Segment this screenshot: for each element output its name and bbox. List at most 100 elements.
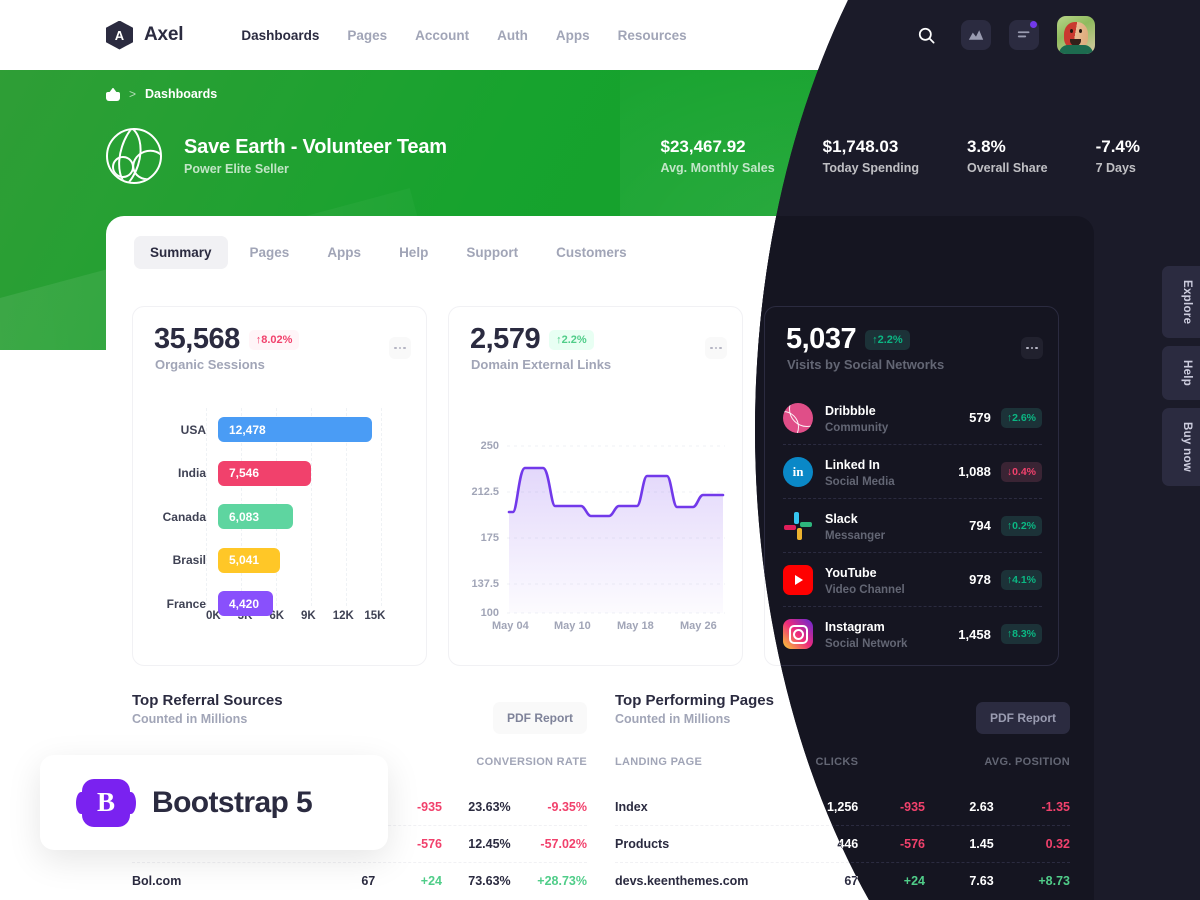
- avatar[interactable]: [1057, 16, 1095, 54]
- card-menu-icon[interactable]: [389, 337, 411, 359]
- cell-rate: 12.45%: [468, 837, 511, 851]
- area-chart: 250 212.5 175 137.5 100 May 04 May 10 Ma…: [449, 402, 744, 652]
- y-tick: 137.5: [471, 578, 499, 590]
- x-tick: May 10: [554, 620, 591, 632]
- notifications-icon[interactable]: [1009, 20, 1039, 50]
- bootstrap-promo-badge[interactable]: B Bootstrap 5: [40, 755, 388, 850]
- network-category: Social Network: [825, 638, 908, 650]
- nav-item-auth[interactable]: Auth: [497, 28, 528, 43]
- instagram-icon: [783, 619, 813, 649]
- side-button-buy-now[interactable]: Buy now: [1162, 408, 1200, 487]
- tab-customers[interactable]: Customers: [540, 236, 643, 269]
- social-visits-value: 5,037: [786, 323, 857, 355]
- nav-item-apps[interactable]: Apps: [556, 28, 590, 43]
- card-visits-by-social-networks: 5,037 ↑2.2% Visits by Social Networks Dr…: [764, 306, 1059, 666]
- network-name: Linked In: [825, 457, 880, 472]
- nav-item-dashboards[interactable]: Dashboards: [241, 28, 319, 43]
- stat-label: Overall Share: [966, 161, 1048, 175]
- cell-sessions-delta: +24: [420, 874, 442, 888]
- bar-chart-rows: USA 12,478 India 7,546 Canada 6,083 Brasil 5…: [151, 408, 411, 626]
- cell-sessions: 67: [361, 874, 376, 888]
- linkedin-icon: in: [783, 456, 813, 487]
- nav-item-account[interactable]: Account: [415, 28, 469, 43]
- breadcrumb-current[interactable]: Dashboards: [145, 87, 217, 101]
- team-title: Save Earth - Volunteer Team: [184, 136, 447, 158]
- cell-position: 2.63: [969, 799, 994, 814]
- bar: 4,420: [218, 591, 273, 617]
- x-tick: May 04: [492, 620, 529, 632]
- cell-position: 1.45: [969, 837, 994, 851]
- list-item[interactable]: YouTube Video Channel 978 ↑4.1%: [783, 553, 1042, 607]
- external-links-badge: ↑2.2%: [549, 329, 594, 350]
- stat-7-days: -7.4% 7 Days: [1096, 137, 1140, 175]
- cell-landing-page: Products: [615, 837, 670, 851]
- cell-landing-page: devs.keenthemes.com: [615, 874, 749, 888]
- cell-rate-delta: -9.35%: [547, 799, 587, 814]
- side-action-buttons: Explore Help Buy now: [1162, 266, 1200, 487]
- cell-source: Bol.com: [132, 874, 182, 888]
- cell-position-delta: 0.32: [1045, 837, 1070, 851]
- network-category: Video Channel: [825, 583, 905, 596]
- tab-pages[interactable]: Pages: [234, 236, 306, 269]
- tab-support[interactable]: Support: [450, 236, 534, 269]
- organic-sessions-label: Organic Sessions: [155, 357, 265, 372]
- y-tick: 212.5: [471, 486, 499, 498]
- column-header: AVG. POSITION: [984, 756, 1070, 768]
- x-tick: May 26: [680, 620, 717, 632]
- stat-overall-share: 3.8% Overall Share: [967, 137, 1096, 175]
- social-visits-label: Visits by Social Networks: [787, 357, 945, 372]
- tab-summary[interactable]: Summary: [134, 236, 228, 269]
- network-name: Instagram: [825, 620, 885, 634]
- external-links-label: Domain External Links: [471, 357, 612, 372]
- list-item[interactable]: Slack Messanger 794 ↑0.2%: [783, 499, 1042, 553]
- topbar-actions-dark: [909, 16, 1095, 54]
- bar-row: Brasil 5,041: [151, 539, 411, 583]
- column-header: LANDING PAGE: [615, 756, 703, 768]
- stat-today-spending: $1,748.03 Today Spending: [823, 137, 967, 175]
- bootstrap-logo-icon: B: [76, 778, 136, 827]
- network-category: Social Media: [825, 475, 895, 488]
- list-item[interactable]: Dribbble Community 579 ↑2.6%: [783, 391, 1042, 445]
- bar: 12,478: [218, 417, 372, 443]
- brand-name: Axel: [144, 24, 184, 45]
- bar: 5,041: [218, 547, 281, 573]
- earth-globe-icon: [106, 128, 162, 184]
- cell-clicks-delta: +24: [903, 874, 925, 888]
- tab-apps[interactable]: Apps: [311, 236, 377, 269]
- cell-rate-delta: +28.73%: [537, 874, 587, 888]
- nav-item-pages[interactable]: Pages: [347, 28, 387, 43]
- main-nav: Dashboards Pages Account Auth Apps Resou…: [241, 28, 686, 43]
- search-icon[interactable]: [909, 18, 943, 52]
- card-domain-external-links: 2,579 ↑2.2% Domain External Links 250 21…: [448, 306, 743, 666]
- activity-icon[interactable]: [961, 20, 991, 50]
- network-value: 1,088: [958, 464, 991, 479]
- list-item[interactable]: in Linked In Social Media 1,088 ↓0.4%: [783, 445, 1042, 499]
- pdf-report-button[interactable]: PDF Report: [976, 702, 1070, 734]
- tab-help[interactable]: Help: [383, 236, 444, 269]
- network-change-badge: ↓0.4%: [1000, 461, 1042, 482]
- y-tick: 175: [480, 532, 499, 544]
- screen: A Axel Dashboards Pages Account Auth App…: [0, 0, 1200, 900]
- list-item[interactable]: Instagram Social Network 1,458 ↑8.3%: [783, 607, 1042, 661]
- network-category: Community: [825, 421, 889, 434]
- card-menu-icon[interactable]: [1021, 337, 1043, 359]
- cell-rate: 73.63%: [468, 874, 511, 888]
- network-value: 978: [969, 572, 991, 587]
- x-tick: May 18: [617, 620, 654, 632]
- table-row[interactable]: Bol.com 67 +24 73.63% +28.73%: [132, 862, 587, 899]
- notification-badge-dot: [1030, 21, 1037, 28]
- home-icon[interactable]: [106, 88, 120, 101]
- card-menu-icon[interactable]: [705, 337, 727, 359]
- bar: 7,546: [218, 460, 312, 486]
- side-button-explore[interactable]: Explore: [1162, 266, 1200, 339]
- pdf-report-button[interactable]: PDF Report: [493, 702, 587, 734]
- side-button-help[interactable]: Help: [1162, 346, 1200, 401]
- nav-item-resources[interactable]: Resources: [618, 28, 687, 43]
- brand[interactable]: A Axel: [106, 20, 184, 50]
- bar-chart: USA 12,478 India 7,546 Canada 6,083 Brasil 5…: [133, 402, 428, 652]
- network-value: 794: [969, 518, 991, 533]
- stat-value: -7.4%: [1095, 137, 1140, 156]
- breadcrumb-separator: >: [129, 87, 137, 101]
- x-tick: 9K: [301, 610, 316, 622]
- bar-label: France: [166, 596, 206, 611]
